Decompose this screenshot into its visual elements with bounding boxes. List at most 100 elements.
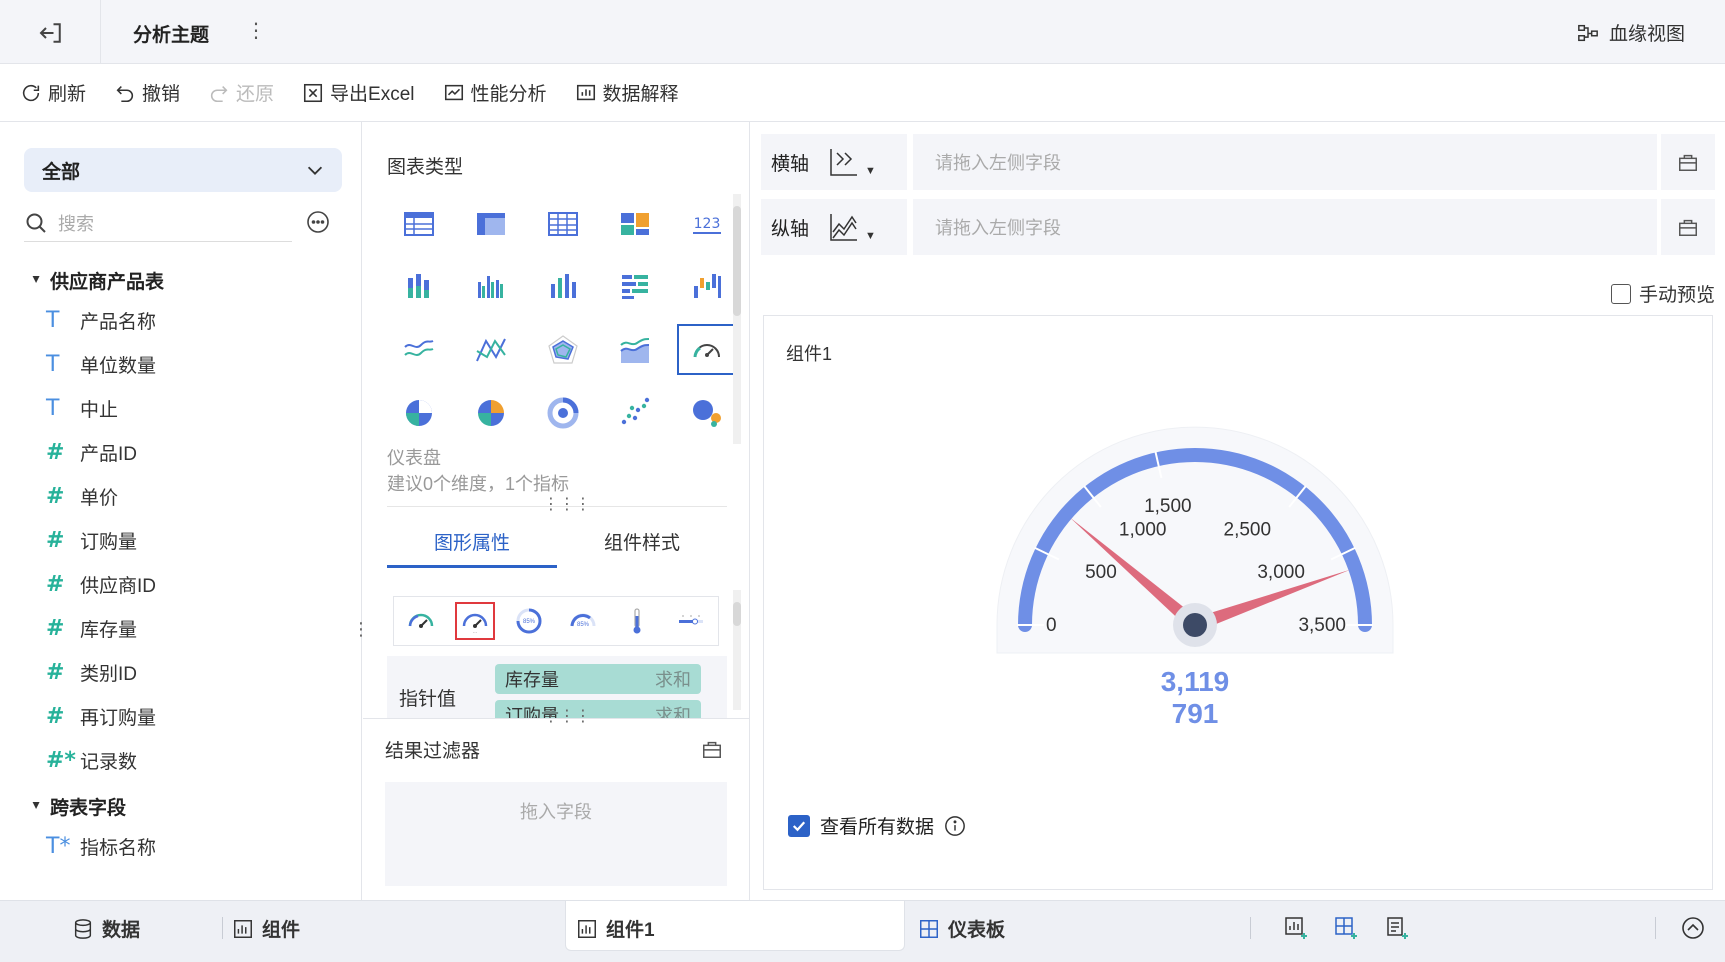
y-axis-settings-button[interactable]	[1661, 199, 1715, 255]
detail-table-icon[interactable]	[527, 192, 599, 255]
x-axis-settings-button[interactable]	[1661, 134, 1715, 190]
x-axis-label-box[interactable]: 横轴 ▼	[761, 134, 907, 190]
manual-preview-toggle[interactable]: 手动预览	[1610, 280, 1715, 307]
resize-handle[interactable]: ⋮⋮⋮	[543, 706, 591, 726]
gauge-style-ring-icon[interactable]: 85%	[509, 602, 549, 640]
gauge-style-scale-icon[interactable]: ···	[455, 602, 495, 640]
info-icon[interactable]	[944, 815, 966, 837]
gauge-style-pointer-icon[interactable]	[401, 602, 441, 640]
add-dashboard-icon[interactable]	[1333, 915, 1359, 941]
treemap-icon[interactable]	[599, 192, 671, 255]
export-excel-button[interactable]: 导出Excel	[302, 79, 415, 106]
filter-drop-zone[interactable]: 拖入字段	[385, 782, 727, 886]
stacked-bar-icon[interactable]	[383, 255, 455, 318]
cross-table-icon-graphic	[477, 212, 505, 235]
field-group[interactable]: ▲ 供应商产品表	[30, 262, 350, 298]
lineage-icon	[1578, 24, 1598, 41]
field-item[interactable]: #* 记录数	[30, 738, 350, 782]
gauge-style-thermometer-icon[interactable]	[617, 602, 657, 640]
field-name: 订购量	[80, 531, 138, 553]
field-item[interactable]: T 产品名称	[30, 298, 350, 342]
more-options-icon[interactable]	[306, 210, 330, 234]
line-icon[interactable]	[383, 318, 455, 381]
caret-down-icon[interactable]: ▲	[30, 799, 42, 813]
view-all-label: 查看所有数据	[820, 817, 935, 838]
field-item[interactable]: # 库存量	[30, 606, 350, 650]
strip-icon[interactable]	[599, 255, 671, 318]
pointer-field-agg: 求和	[655, 706, 691, 718]
resize-handle[interactable]: ⋮⋮⋮	[543, 494, 591, 514]
pie-icon[interactable]	[383, 381, 455, 444]
pointer-field-agg: 求和	[655, 670, 691, 690]
gauge-tick-label: 500	[1085, 562, 1117, 583]
caret-down-icon[interactable]: ▼	[865, 230, 876, 242]
scrollbar[interactable]	[733, 590, 741, 710]
number-field-icon: #	[46, 571, 65, 597]
scrollbar-thumb[interactable]	[733, 206, 741, 316]
search-input[interactable]: 搜索	[24, 204, 292, 242]
manual-preview-checkbox[interactable]	[1610, 283, 1631, 304]
field-item[interactable]: T 单位数量	[30, 342, 350, 386]
number-field-icon: #	[46, 439, 65, 465]
gauge-style-half-ring-icon[interactable]: 85%	[563, 602, 603, 640]
cross-table-icon[interactable]	[455, 192, 527, 255]
y-axis-label-box[interactable]: 纵轴 ▼	[761, 199, 907, 255]
field-panel: 全部 搜索 ▲ 供应商产品表 T 产品名称 T 单位数量 T 中止 # 产品ID # 单价 # 订购量 # 供…	[0, 122, 386, 900]
multi-line-icon[interactable]	[455, 318, 527, 381]
radar-icon[interactable]	[527, 318, 599, 381]
field-item[interactable]: # 再订购量	[30, 694, 350, 738]
ring-icon[interactable]	[527, 381, 599, 444]
field-item[interactable]: # 产品ID	[30, 430, 350, 474]
field-item[interactable]: # 单价	[30, 474, 350, 518]
more-vertical-icon[interactable]: ⋮	[246, 18, 266, 43]
filter-settings-icon[interactable]	[701, 738, 723, 760]
number-field-icon: #	[46, 703, 65, 729]
field-item[interactable]: # 供应商ID	[30, 562, 350, 606]
scrollbar[interactable]	[733, 194, 741, 444]
field-group[interactable]: ▲ 跨表字段	[30, 788, 350, 824]
text-field-icon: T	[46, 351, 60, 377]
tab-component1[interactable]: 组件1	[576, 915, 655, 942]
tab-data[interactable]: 数据	[72, 915, 140, 942]
add-component-icon[interactable]	[1283, 915, 1309, 941]
add-story-icon[interactable]	[1384, 915, 1410, 941]
table-icon[interactable]	[383, 192, 455, 255]
undo-icon	[116, 85, 134, 102]
x-axis-drop-zone[interactable]: 请拖入左侧字段	[913, 134, 1657, 190]
y-axis-drop-zone[interactable]: 请拖入左侧字段	[913, 199, 1657, 255]
area-icon[interactable]	[599, 318, 671, 381]
table-filter-dropdown[interactable]: 全部	[24, 148, 342, 192]
data-explain-button[interactable]: 数据解释	[575, 79, 679, 106]
lineage-view-button[interactable]: 血缘视图	[1577, 19, 1685, 46]
caret-down-icon[interactable]: ▼	[865, 165, 876, 177]
pointer-field-pill[interactable]: 库存量 求和	[495, 664, 701, 694]
redo-button[interactable]: 还原	[208, 79, 274, 106]
exit-icon[interactable]	[36, 18, 66, 48]
divider	[100, 0, 101, 64]
tab-component[interactable]: 组件	[232, 915, 300, 942]
component-icon	[234, 919, 252, 938]
tab-component-style[interactable]: 组件样式	[557, 520, 727, 568]
field-item[interactable]: # 类别ID	[30, 650, 350, 694]
tab-dashboard[interactable]: 仪表板	[918, 915, 1005, 942]
tab-graphic-properties[interactable]: 图形属性	[387, 520, 557, 568]
scrollbar-thumb[interactable]	[733, 602, 741, 626]
caret-down-icon[interactable]: ▲	[30, 273, 42, 287]
text-field-icon: T	[46, 307, 60, 333]
view-all-data-toggle[interactable]: 查看所有数据	[788, 812, 966, 839]
pointer-field-pill[interactable]: 订购量 求和	[495, 700, 701, 718]
collapse-up-icon[interactable]	[1680, 915, 1706, 941]
performance-analysis-button[interactable]: 性能分析	[443, 79, 547, 106]
stacked-bar-icon-graphic	[408, 273, 429, 298]
field-item[interactable]: T* 指标名称	[30, 824, 350, 868]
multi-pie-icon[interactable]	[455, 381, 527, 444]
view-all-checkbox[interactable]	[788, 814, 810, 837]
grouped-bar-icon[interactable]	[455, 255, 527, 318]
field-item[interactable]: T 中止	[30, 386, 350, 430]
gauge-style-slider-icon[interactable]	[671, 602, 711, 640]
refresh-button[interactable]: 刷新	[20, 79, 86, 106]
field-item[interactable]: # 订购量	[30, 518, 350, 562]
bar-icon[interactable]	[527, 255, 599, 318]
scatter-icon[interactable]	[599, 381, 671, 444]
undo-button[interactable]: 撤销	[114, 79, 180, 106]
